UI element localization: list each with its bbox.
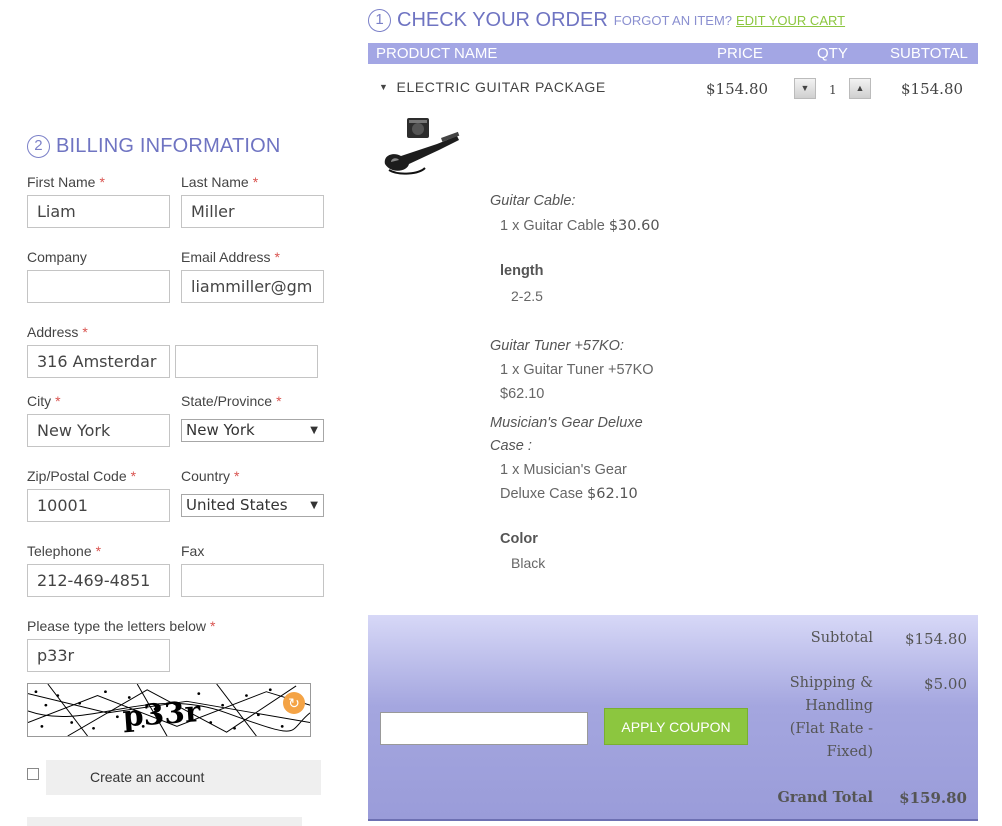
first-name-label: First Name * xyxy=(27,174,105,190)
option-gear-case-title-2: Case : xyxy=(490,438,532,454)
city-label: City * xyxy=(27,393,61,409)
qty-value: 1 xyxy=(829,83,837,97)
product-thumbnail xyxy=(384,118,460,175)
city-input[interactable] xyxy=(27,414,170,447)
captcha-label: Please type the letters below * xyxy=(27,618,216,634)
grand-total-label: Grand Total xyxy=(777,789,873,806)
billing-title: 2 BILLING INFORMATION xyxy=(27,132,337,160)
first-name-input[interactable] xyxy=(27,195,170,228)
forgot-item-text: FORGOT AN ITEM? xyxy=(613,12,732,28)
collapse-triangle-icon[interactable]: ▼ xyxy=(379,82,389,92)
state-label: State/Province * xyxy=(181,393,282,409)
captcha-image: p33r xyxy=(27,683,311,737)
arrow-up-icon: ▲ xyxy=(855,83,865,93)
shipping-label-1: Shipping & xyxy=(789,675,873,691)
create-account-button[interactable]: Create an account xyxy=(46,760,321,795)
item-price: $154.80 xyxy=(706,80,769,98)
grand-total-value: $159.80 xyxy=(899,789,967,807)
dropdown-arrow-icon: ▼ xyxy=(310,425,318,436)
address-line1-input[interactable] xyxy=(27,345,170,378)
attr-length-label: length xyxy=(500,263,544,279)
step-1-badge: 1 xyxy=(368,8,391,32)
email-input[interactable] xyxy=(181,270,324,303)
last-name-input[interactable] xyxy=(181,195,324,228)
zip-input[interactable] xyxy=(27,489,170,522)
company-input[interactable] xyxy=(27,270,170,303)
product-name[interactable]: ▼ ELECTRIC GUITAR PACKAGE xyxy=(379,79,606,95)
telephone-label: Telephone * xyxy=(27,543,102,559)
subtotal-label: Subtotal xyxy=(810,630,873,646)
option-guitar-cable-title: Guitar Cable: xyxy=(490,193,576,209)
edit-cart-link[interactable]: EDIT YOUR CART xyxy=(736,13,845,28)
option-gear-case-line-1: 1 x Musician's Gear xyxy=(500,462,627,478)
country-label: Country * xyxy=(181,468,240,484)
header-qty: QTY xyxy=(817,45,848,62)
billing-section: 2 BILLING INFORMATION xyxy=(27,132,337,160)
zip-label: Zip/Postal Code * xyxy=(27,468,137,484)
telephone-input[interactable] xyxy=(27,564,170,597)
coupon-code-input[interactable] xyxy=(380,712,588,745)
address-label: Address * xyxy=(27,324,88,340)
captcha-refresh-icon[interactable]: ↻ xyxy=(283,692,305,714)
option-guitar-cable-line: 1 x Guitar Cable $30.60 xyxy=(500,218,660,234)
shipping-label-2: Handling xyxy=(805,698,873,714)
item-subtotal: $154.80 xyxy=(901,80,964,98)
shipping-label-4: Fixed) xyxy=(826,744,873,760)
header-product-name: PRODUCT NAME xyxy=(376,45,498,62)
subtotal-value: $154.80 xyxy=(904,630,967,648)
option-guitar-tuner-title: Guitar Tuner +57KO: xyxy=(490,338,624,354)
fax-input[interactable] xyxy=(181,564,324,597)
shipping-label-3: (Flat Rate - xyxy=(789,721,873,737)
billing-heading: BILLING INFORMATION xyxy=(56,134,281,157)
option-guitar-tuner-price: $62.10 xyxy=(500,386,545,402)
captcha-input[interactable] xyxy=(27,639,170,672)
qty-decrease-button[interactable]: ▼ xyxy=(794,78,816,99)
check-order-heading: CHECK YOUR ORDER xyxy=(397,8,608,31)
qty-increase-button[interactable]: ▲ xyxy=(849,78,871,99)
header-price: PRICE xyxy=(717,45,763,62)
shipping-value: $5.00 xyxy=(924,675,967,693)
company-label: Company xyxy=(27,249,87,265)
last-name-label: Last Name * xyxy=(181,174,259,190)
order-section-title: 1 CHECK YOUR ORDER FORGOT AN ITEM? EDIT … xyxy=(368,8,845,32)
next-button-partial[interactable] xyxy=(27,817,302,826)
option-guitar-tuner-line: 1 x Guitar Tuner +57KO xyxy=(500,362,654,378)
option-gear-case-title-1: Musician's Gear Deluxe xyxy=(490,415,643,431)
country-select[interactable]: United States ▼ xyxy=(181,494,324,517)
apply-coupon-button[interactable]: APPLY COUPON xyxy=(604,708,748,745)
create-account-checkbox[interactable] xyxy=(27,768,39,780)
state-select[interactable]: New York ▼ xyxy=(181,419,324,442)
fax-label: Fax xyxy=(181,543,205,559)
address-line2-input[interactable] xyxy=(175,345,318,378)
attr-length-value: 2-2.5 xyxy=(511,288,543,304)
attr-color-label: Color xyxy=(500,531,538,547)
attr-color-value: Black xyxy=(511,555,546,571)
arrow-down-icon: ▼ xyxy=(800,83,810,93)
order-table-header: PRODUCT NAME PRICE QTY SUBTOTAL xyxy=(368,43,978,64)
step-2-badge: 2 xyxy=(27,134,50,158)
dropdown-arrow-icon: ▼ xyxy=(310,500,318,511)
captcha-text: p33r xyxy=(121,694,202,734)
option-gear-case-line-2: Deluxe Case $62.10 xyxy=(500,486,638,502)
email-label: Email Address * xyxy=(181,249,280,265)
header-subtotal: SUBTOTAL xyxy=(890,45,968,62)
